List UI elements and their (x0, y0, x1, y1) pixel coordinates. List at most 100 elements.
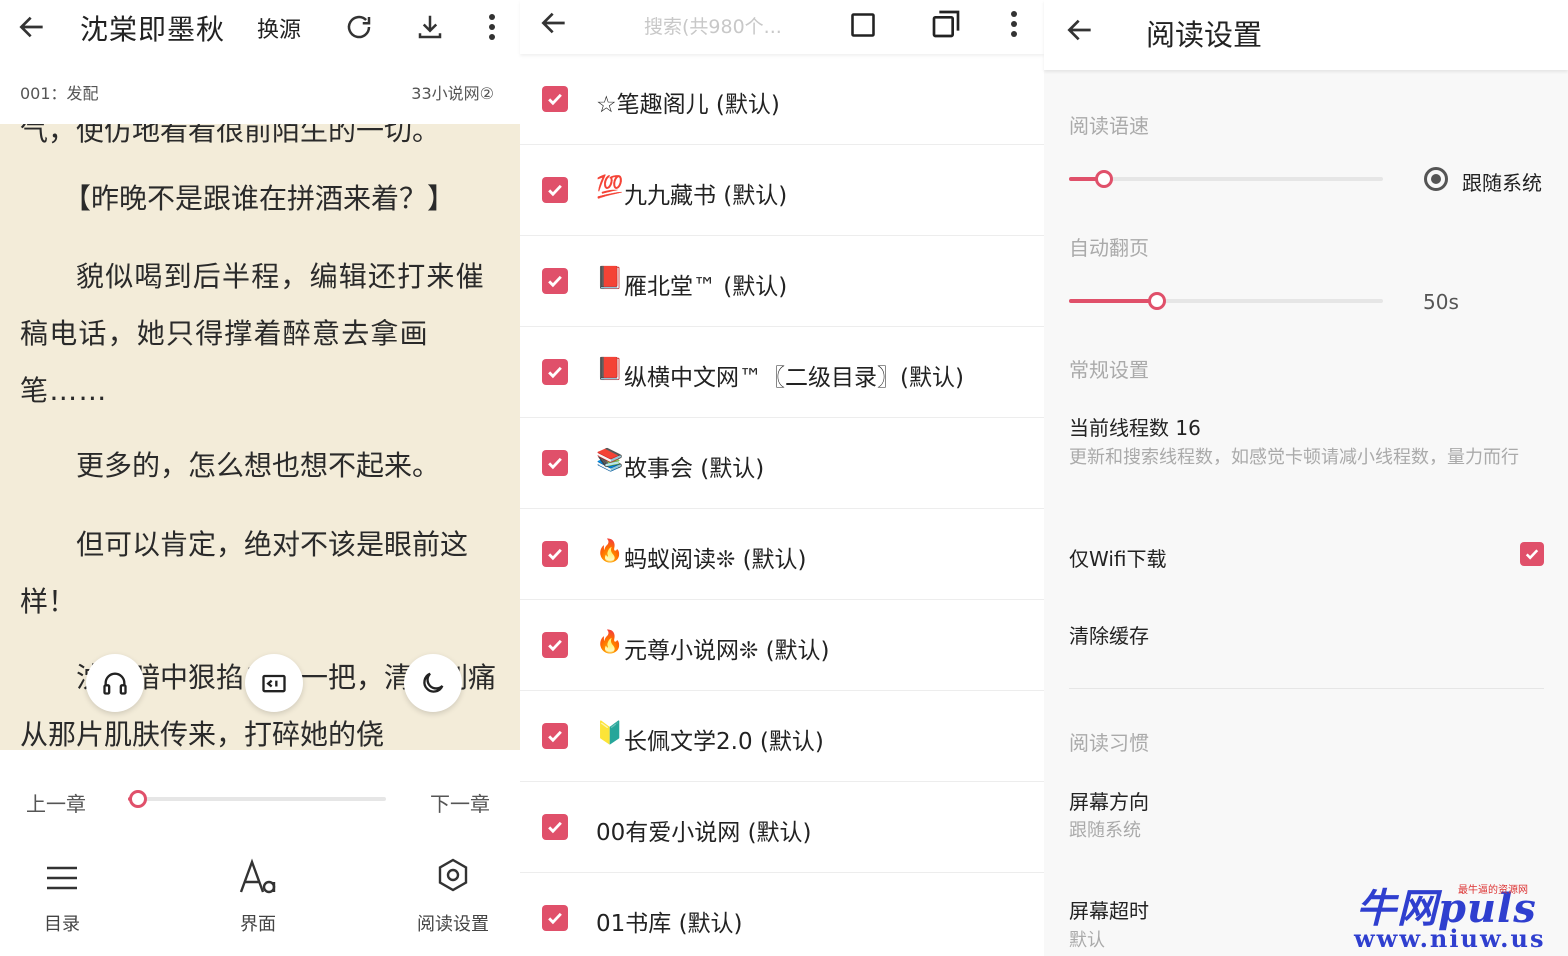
check-icon (548, 730, 562, 743)
auto-page-icon (262, 674, 286, 693)
check-icon (548, 548, 562, 561)
check-icon (548, 366, 562, 379)
book-title: 沈棠即墨秋 (80, 13, 226, 46)
threads-setting[interactable]: 当前线程数 16 (1069, 412, 1201, 441)
paragraph: 【昨晚不是跟谁在拼酒来着？】 (62, 182, 455, 215)
back-arrow-icon[interactable] (538, 7, 570, 39)
chapter-progress-slider[interactable] (128, 790, 386, 808)
source-name: 33小说网② (411, 84, 494, 103)
source-row[interactable]: 📚 故事会 (默认) (520, 418, 1044, 509)
source-emoji-icon: 📕 (596, 357, 624, 382)
source-row[interactable]: 🔰 长佩文学2.0 (默认) (520, 691, 1044, 782)
more-vert-icon (1011, 11, 1017, 37)
section-auto-page: 自动翻页 (1069, 236, 1149, 260)
source-label: ☆笔趣阁儿 (默认) (596, 92, 780, 118)
back-arrow-icon[interactable] (16, 11, 48, 43)
source-checkbox[interactable] (542, 905, 568, 931)
back-arrow-icon[interactable] (1064, 14, 1096, 46)
follow-system-radio[interactable] (1424, 167, 1448, 191)
source-checkbox[interactable] (542, 359, 568, 385)
listen-button[interactable] (86, 654, 144, 712)
clear-cache-setting[interactable]: 清除缓存 (1069, 620, 1149, 649)
source-label: 元尊小说网❊ (默认) (624, 638, 830, 664)
source-label: 长佩文学2.0 (默认) (624, 729, 824, 755)
watermark-url: www.niuw.us (1354, 924, 1546, 953)
source-row[interactable]: 📕 纵横中文网™〖二级目录〗(默认) (520, 327, 1044, 418)
chapter-header: 001：发配 33小说网② (0, 56, 520, 124)
source-emoji-icon: 💯 (596, 175, 624, 200)
source-row[interactable]: 00有爱小说网 (默认) (520, 782, 1044, 873)
screen-timeout-setting[interactable]: 屏幕超时 (1069, 895, 1149, 924)
source-checkbox[interactable] (542, 268, 568, 294)
settings-toolbar: 阅读设置 (1044, 0, 1568, 70)
interface-button[interactable]: 界面 (198, 854, 318, 936)
auto-page-button[interactable] (245, 654, 303, 712)
night-mode-button[interactable] (404, 654, 462, 712)
reader-content[interactable]: 气，使仿地看看很前陌生的一切。 【昨晚不是跟谁在拼酒来着？】 貌似喝到后半程，编… (0, 124, 520, 750)
check-icon (548, 912, 562, 925)
download-button[interactable] (413, 10, 447, 44)
select-all-button[interactable] (846, 8, 880, 42)
source-list-panel: 搜索(共980个... ☆笔趣阁儿 (默认) 💯 九九藏书 (默认) 📕 雁北堂™ (默… (520, 0, 1044, 956)
orientation-value: 跟随系统 (1069, 820, 1141, 841)
more-menu-button[interactable] (478, 10, 506, 44)
settings-panel: 阅读设置 阅读语速 跟随系统 自动翻页 50s 常规设置 当前线程数 16 更新… (1044, 0, 1568, 956)
wifi-only-setting[interactable]: 仅Wifi下载 (1069, 543, 1167, 572)
more-vert-icon (489, 14, 495, 40)
paragraph: 更多的，怎么想也想不起来。 (76, 449, 441, 482)
source-label: 蚂蚁阅读❊ (默认) (624, 547, 807, 573)
source-row[interactable]: 📕 雁北堂™ (默认) (520, 236, 1044, 327)
source-search-input[interactable]: 搜索(共980个... (644, 12, 782, 39)
swap-source-button[interactable]: 换源 (257, 12, 301, 44)
auto-page-slider[interactable] (1069, 292, 1383, 310)
wifi-only-checkbox[interactable] (1520, 542, 1544, 566)
source-checkbox[interactable] (542, 632, 568, 658)
watermark-tagline: 最牛逼的资源网 (1458, 885, 1528, 896)
source-row[interactable]: 🔥 蚂蚁阅读❊ (默认) (520, 509, 1044, 600)
auto-page-thumb[interactable] (1148, 292, 1166, 310)
check-icon (548, 184, 562, 197)
check-icon (548, 457, 562, 470)
prev-chapter-button[interactable]: 上一章 (26, 788, 86, 817)
source-row[interactable]: 💯 九九藏书 (默认) (520, 145, 1044, 236)
source-label: 雁北堂™ (默认) (624, 274, 788, 300)
read-settings-label: 阅读设置 (417, 914, 489, 935)
interface-label: 界面 (240, 914, 276, 935)
source-row[interactable]: ☆笔趣阁儿 (默认) (520, 54, 1044, 145)
square-outline-icon (851, 13, 875, 37)
paragraph: 貌似喝到后半程，编辑还打来催稿电话，她只得撑着醉意去拿画笔…… (20, 260, 485, 407)
section-reading-speed: 阅读语速 (1069, 114, 1149, 138)
check-icon (548, 639, 562, 652)
source-checkbox[interactable] (542, 814, 568, 840)
source-checkbox[interactable] (542, 450, 568, 476)
chapter-title: 001：发配 (20, 84, 99, 103)
auto-page-value: 50s (1423, 290, 1459, 314)
source-checkbox[interactable] (542, 541, 568, 567)
source-emoji-icon: 📕 (596, 266, 624, 291)
check-icon (548, 93, 562, 106)
source-row[interactable]: 01书库 (默认) (520, 873, 1044, 956)
invert-selection-button[interactable] (928, 6, 964, 42)
settings-hexagon-icon (438, 858, 468, 892)
paragraph: 但可以肯定，绝对不该是眼前这样！ (20, 528, 469, 618)
threads-description: 更新和搜索线程数，如感觉卡顿请减小线程数，量力而行 (1069, 447, 1519, 468)
more-menu-button[interactable] (1004, 8, 1024, 40)
source-emoji-icon: 📚 (596, 448, 624, 473)
next-chapter-button[interactable]: 下一章 (430, 788, 490, 817)
auto-page-fill (1069, 299, 1157, 303)
chapter-progress-thumb[interactable] (129, 790, 147, 808)
refresh-button[interactable] (342, 10, 376, 44)
orientation-setting[interactable]: 屏幕方向 (1069, 786, 1149, 815)
font-size-icon (239, 858, 276, 894)
reading-speed-thumb[interactable] (1095, 170, 1113, 188)
source-checkbox[interactable] (542, 86, 568, 112)
reading-speed-slider[interactable] (1069, 170, 1383, 188)
check-icon (548, 821, 562, 834)
source-checkbox[interactable] (542, 177, 568, 203)
check-icon (548, 275, 562, 288)
source-label: 01书库 (默认) (596, 911, 743, 937)
source-row[interactable]: 🔥 元尊小说网❊ (默认) (520, 600, 1044, 691)
read-settings-button[interactable]: 阅读设置 (393, 854, 513, 936)
toc-button[interactable]: 目录 (2, 854, 122, 936)
source-checkbox[interactable] (542, 723, 568, 749)
